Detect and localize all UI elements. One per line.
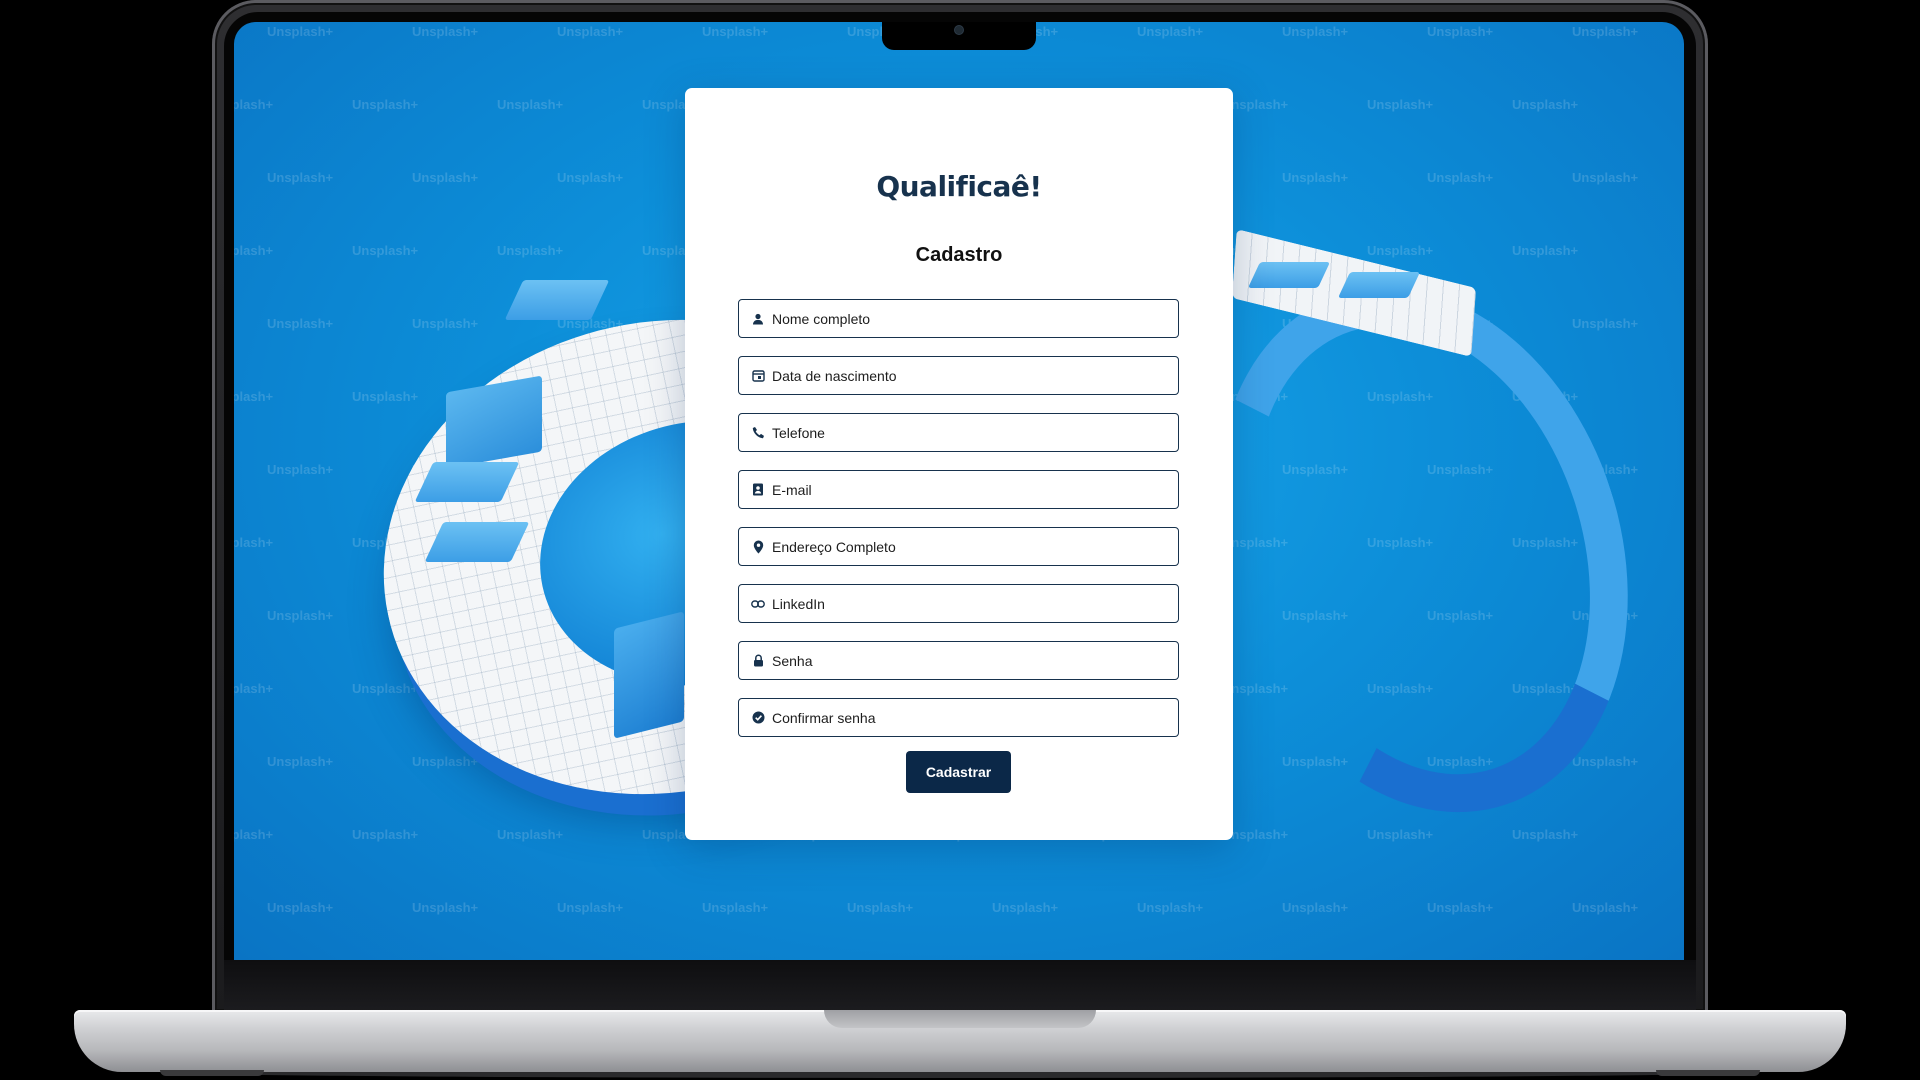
watermark-text: Unsplash+ — [412, 754, 479, 769]
name-input[interactable] — [772, 303, 1152, 334]
password-input[interactable] — [772, 645, 1152, 676]
link-icon — [751, 597, 765, 611]
watermark-text: Unsplash+ — [234, 389, 274, 404]
watermark-text: Unsplash+ — [702, 900, 769, 915]
birthdate-input[interactable] — [772, 360, 1152, 391]
phone-input[interactable] — [772, 417, 1152, 448]
watermark-text: Unsplash+ — [352, 681, 419, 696]
watermark-text: Unsplash+ — [1367, 827, 1434, 842]
watermark-text: Unsplash+ — [412, 316, 479, 331]
registration-card: Qualificaê! Cadastro Nome completo Data … — [685, 88, 1233, 840]
watermark-text: Unsplash+ — [412, 170, 479, 185]
watermark-text: Unsplash+ — [412, 24, 479, 39]
decorative-desk — [1247, 262, 1331, 288]
page-title: Cadastro — [915, 244, 1003, 266]
register-button[interactable]: Cadastrar — [906, 751, 1011, 793]
watermark-text: Unsplash+ — [267, 608, 334, 623]
watermark-text: Unsplash+ — [234, 243, 274, 258]
screen-bottom-bar — [224, 960, 1696, 1012]
watermark-text: Unsplash+ — [847, 900, 914, 915]
watermark-text: Unsplash+ — [267, 316, 334, 331]
linkedin-input[interactable] — [772, 588, 1152, 619]
watermark-text: Unsplash+ — [352, 389, 419, 404]
contact-card-icon — [751, 483, 765, 497]
watermark-text: Unsplash+ — [1282, 900, 1349, 915]
watermark-text: Unsplash+ — [1512, 827, 1579, 842]
watermark-text: Unsplash+ — [1282, 170, 1349, 185]
watermark-text: Unsplash+ — [1512, 243, 1579, 258]
watermark-text: Unsplash+ — [1137, 24, 1204, 39]
location-pin-icon — [751, 540, 765, 554]
decorative-desk — [1337, 272, 1421, 298]
phone-field[interactable] — [738, 413, 1179, 452]
watermark-text: Unsplash+ — [1427, 24, 1494, 39]
watermark-text: Unsplash+ — [1427, 900, 1494, 915]
watermark-text: Unsplash+ — [557, 170, 624, 185]
watermark-text: Unsplash+ — [234, 681, 274, 696]
user-icon — [751, 312, 765, 326]
watermark-text: Unsplash+ — [1367, 243, 1434, 258]
watermark-text: Unsplash+ — [412, 900, 479, 915]
watermark-text: Unsplash+ — [267, 462, 334, 477]
watermark-text: Unsplash+ — [1282, 24, 1349, 39]
watermark-text: Unsplash+ — [234, 97, 274, 112]
watermark-text: Unsplash+ — [557, 900, 624, 915]
logo: Qualificaê! — [685, 170, 1233, 203]
watermark-text: Unsplash+ — [1512, 97, 1579, 112]
watermark-text: Unsplash+ — [1427, 170, 1494, 185]
address-field[interactable] — [738, 527, 1179, 566]
address-input[interactable] — [772, 531, 1152, 562]
decorative-box — [614, 611, 684, 739]
watermark-text: Unsplash+ — [267, 24, 334, 39]
name-field[interactable] — [738, 299, 1179, 338]
watermark-text: Unsplash+ — [497, 97, 564, 112]
phone-icon — [751, 426, 765, 440]
lock-icon — [751, 654, 765, 668]
watermark-text: Unsplash+ — [1572, 754, 1639, 769]
camera-icon — [955, 26, 963, 34]
email-field[interactable] — [738, 470, 1179, 509]
watermark-text: Unsplash+ — [1367, 97, 1434, 112]
watermark-text: Unsplash+ — [497, 827, 564, 842]
watermark-text: Unsplash+ — [234, 827, 274, 842]
decorative-desk — [504, 280, 610, 320]
linkedin-field[interactable] — [738, 584, 1179, 623]
calendar-icon — [751, 369, 765, 383]
password-field[interactable] — [738, 641, 1179, 680]
laptop-opening-notch — [824, 1010, 1096, 1028]
logo-text: Qualificaê! — [876, 170, 1042, 203]
check-circle-icon — [751, 711, 765, 725]
laptop-foot-left — [160, 1070, 264, 1076]
watermark-text: Unsplash+ — [992, 900, 1059, 915]
screen: Unsplash+ Unsplash+ Unsplash+ Unsplash+ Unsp… — [234, 22, 1684, 960]
watermark-text: Unsplash+ — [702, 24, 769, 39]
watermark-text: Unsplash+ — [352, 827, 419, 842]
watermark-text: Unsplash+ — [352, 243, 419, 258]
watermark-text: Unsplash+ — [1572, 900, 1639, 915]
watermark-text: Unsplash+ — [557, 24, 624, 39]
watermark-text: Unsplash+ — [234, 535, 274, 550]
watermark-text: Unsplash+ — [267, 900, 334, 915]
watermark-text: Unsplash+ — [1137, 900, 1204, 915]
watermark-text: Unsplash+ — [267, 754, 334, 769]
watermark-text: Unsplash+ — [352, 97, 419, 112]
laptop-foot-right — [1656, 1070, 1760, 1076]
email-input[interactable] — [772, 474, 1152, 505]
confirm-password-input[interactable] — [772, 702, 1152, 733]
watermark-text: Unsplash+ — [267, 170, 334, 185]
birthdate-field[interactable] — [738, 356, 1179, 395]
watermark-text: Unsplash+ — [497, 243, 564, 258]
confirm-password-field[interactable] — [738, 698, 1179, 737]
watermark-text: Unsplash+ — [1572, 170, 1639, 185]
watermark-text: Unsplash+ — [1572, 24, 1639, 39]
watermark-text: Unsplash+ — [1572, 316, 1639, 331]
